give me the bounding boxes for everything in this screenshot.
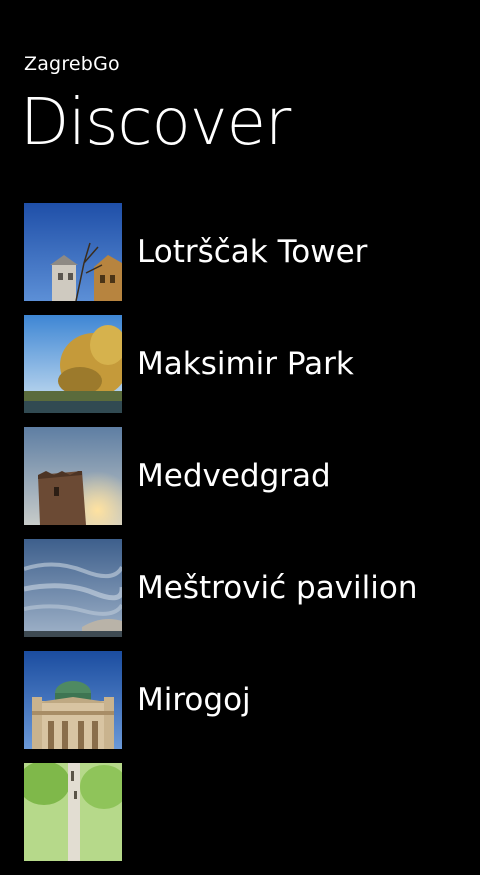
list-item-label: Mirogoj xyxy=(137,682,251,718)
list-item[interactable]: Maksimir Park xyxy=(24,315,480,413)
mestrovic-pavilion-thumbnail xyxy=(24,539,122,637)
list-item[interactable]: Medvedgrad xyxy=(24,427,480,525)
mirogoj-thumbnail xyxy=(24,651,122,749)
list-item[interactable]: Meštrović pavilion xyxy=(24,539,480,637)
app-title: ZagrebGo xyxy=(24,53,120,75)
maksimir-park-thumbnail xyxy=(24,315,122,413)
list-item[interactable]: Lotrščak Tower xyxy=(24,203,480,301)
places-list: Lotrščak Tower Maksimir Park Medvedgrad … xyxy=(24,203,480,875)
list-item[interactable] xyxy=(24,763,480,861)
park-trees-thumbnail xyxy=(24,763,122,861)
list-item-label: Meštrović pavilion xyxy=(137,570,418,606)
list-item-label: Maksimir Park xyxy=(137,346,354,382)
medvedgrad-thumbnail xyxy=(24,427,122,525)
list-item-label: Medvedgrad xyxy=(137,458,331,494)
list-item-label: Lotrščak Tower xyxy=(137,234,368,270)
page-title: Discover xyxy=(20,86,291,160)
list-item[interactable]: Mirogoj xyxy=(24,651,480,749)
lotrscak-tower-thumbnail xyxy=(24,203,122,301)
